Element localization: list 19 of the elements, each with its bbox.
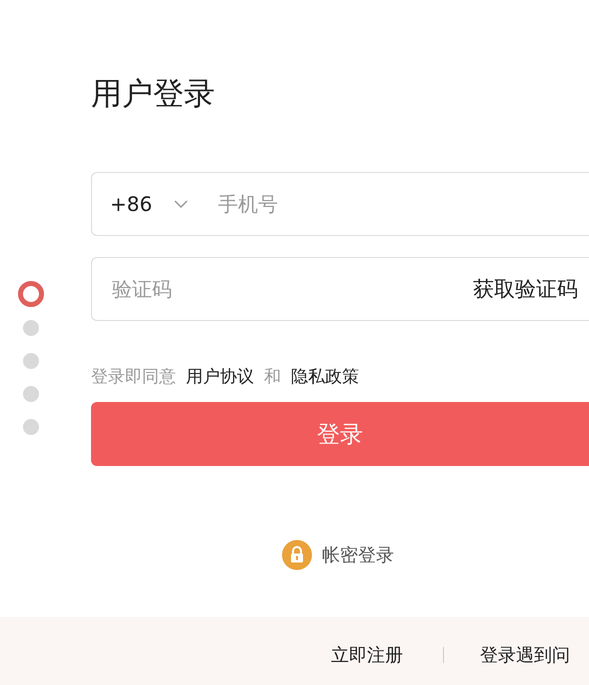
code-field[interactable]: 验证码 获取验证码 [91, 257, 589, 321]
privacy-policy-link[interactable]: 隐私政策 [291, 365, 359, 388]
country-code-select[interactable]: +86 [110, 192, 216, 216]
login-help-link[interactable]: 登录遇到问 [480, 643, 570, 667]
page-title: 用户登录 [91, 75, 216, 114]
register-link[interactable]: 立即注册 [331, 643, 403, 667]
lock-icon [282, 540, 312, 570]
step-dot[interactable] [22, 386, 38, 402]
phone-field[interactable]: +86 手机号 [91, 172, 589, 236]
step-dot[interactable] [22, 353, 38, 369]
step-dot[interactable] [22, 320, 38, 336]
step-dot[interactable] [22, 419, 38, 435]
password-login-link[interactable]: 帐密登录 [322, 543, 394, 567]
user-agreement-link[interactable]: 用户协议 [186, 365, 254, 388]
get-code-button[interactable]: 获取验证码 [473, 275, 578, 303]
step-dot[interactable] [18, 281, 44, 307]
agreement-text: 登录即同意 [91, 366, 176, 388]
agreement-text: 和 [264, 366, 281, 388]
chevron-down-icon [174, 200, 188, 208]
